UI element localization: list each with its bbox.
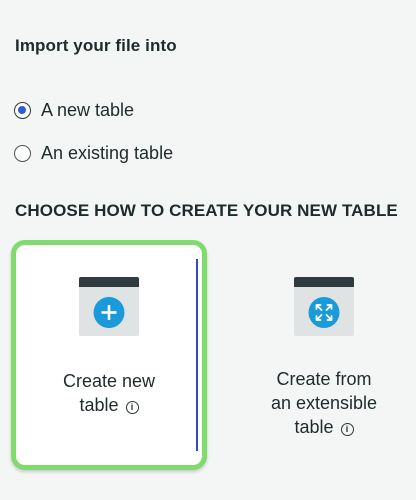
- import-title: Import your file into: [15, 36, 177, 55]
- table-icon: [79, 277, 139, 336]
- card-create-new-table[interactable]: Create new table i: [11, 240, 207, 470]
- card-label-create-new: Create new table i: [62, 371, 156, 415]
- info-icon[interactable]: i: [340, 423, 354, 436]
- card-label-create-from-extensible: Create from an extensible table i: [270, 369, 378, 437]
- radio-label-existing-table: An existing table: [41, 143, 174, 163]
- expand-arrows-icon: [308, 297, 340, 328]
- create-section-heading: CHOOSE HOW TO CREATE YOUR NEW TABLE: [15, 201, 398, 220]
- radio-option-new-table[interactable]: A new table: [14, 100, 134, 121]
- radio-label-new-table: A new table: [41, 100, 135, 120]
- radio-button-checked[interactable]: [14, 102, 31, 119]
- plus-icon: [93, 297, 125, 328]
- focus-edge: [196, 259, 198, 451]
- card-create-from-extensible[interactable]: Create from an extensible table i: [226, 240, 416, 470]
- radio-button-unchecked[interactable]: [14, 145, 31, 162]
- radio-option-existing-table[interactable]: An existing table: [14, 143, 173, 164]
- table-icon: [294, 277, 354, 336]
- info-icon[interactable]: i: [125, 401, 139, 414]
